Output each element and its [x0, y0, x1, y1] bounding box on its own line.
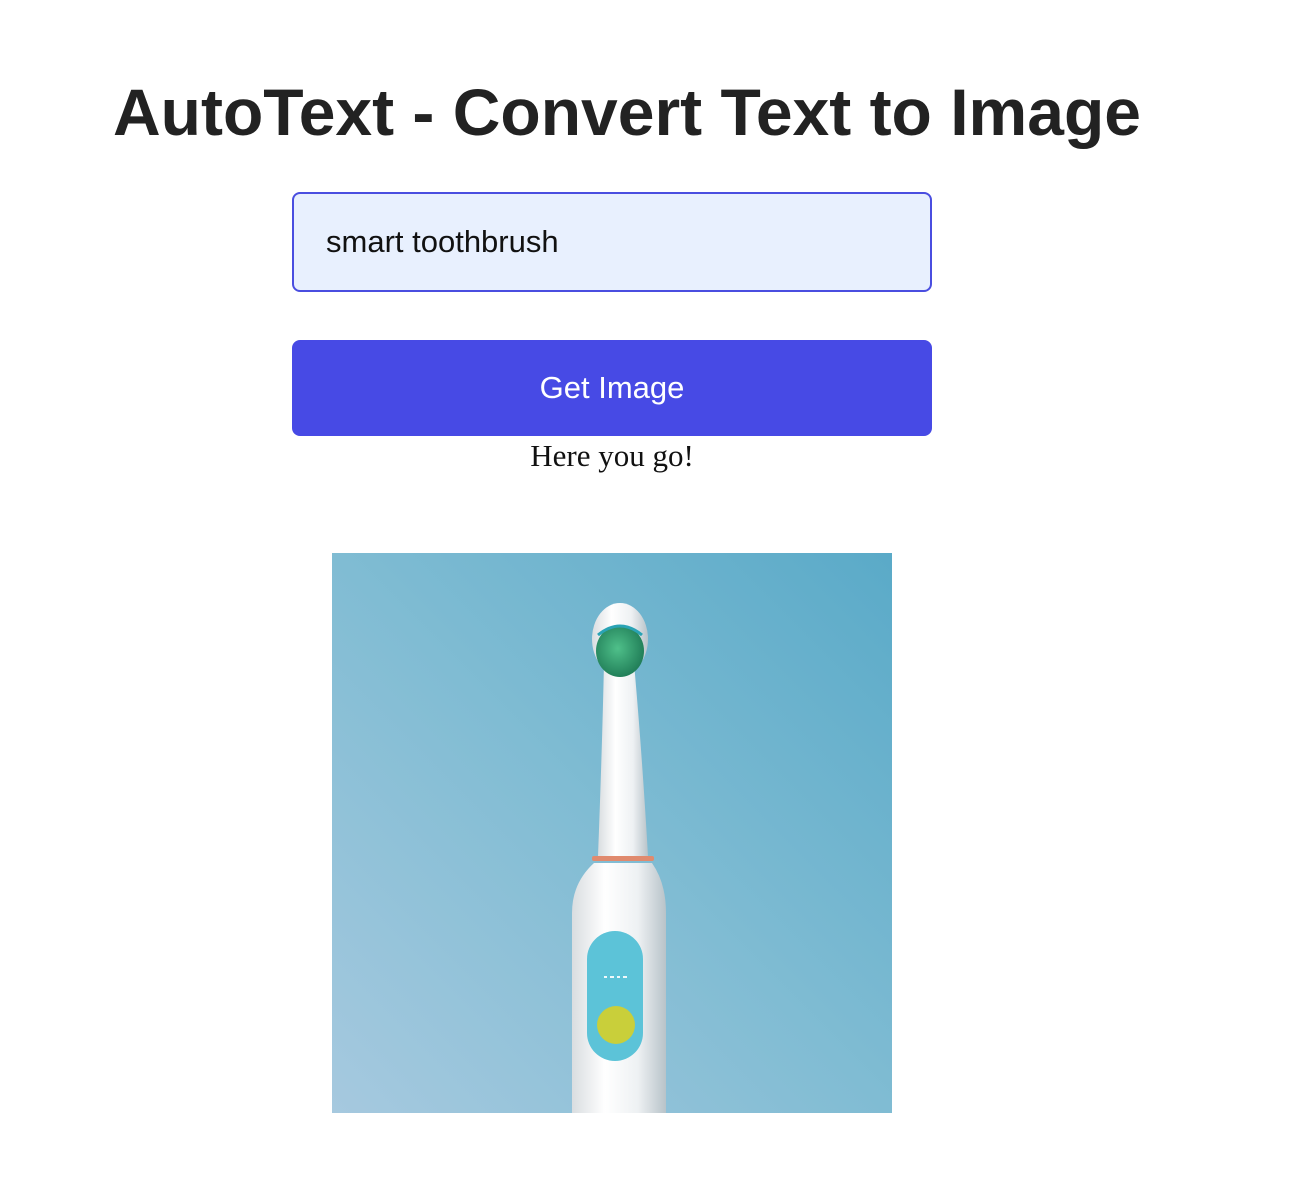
generated-image [332, 553, 892, 1113]
page-title: AutoText - Convert Text to Image [113, 75, 1141, 149]
page: AutoText - Convert Text to Image Get Ima… [0, 0, 1306, 1192]
prompt-input[interactable] [292, 192, 932, 292]
power-button-icon [597, 1006, 635, 1044]
get-image-button[interactable]: Get Image [292, 340, 932, 436]
result-message: Here you go! [530, 438, 694, 473]
toothbrush-illustration [332, 553, 892, 1113]
toothbrush-ring [592, 856, 654, 861]
